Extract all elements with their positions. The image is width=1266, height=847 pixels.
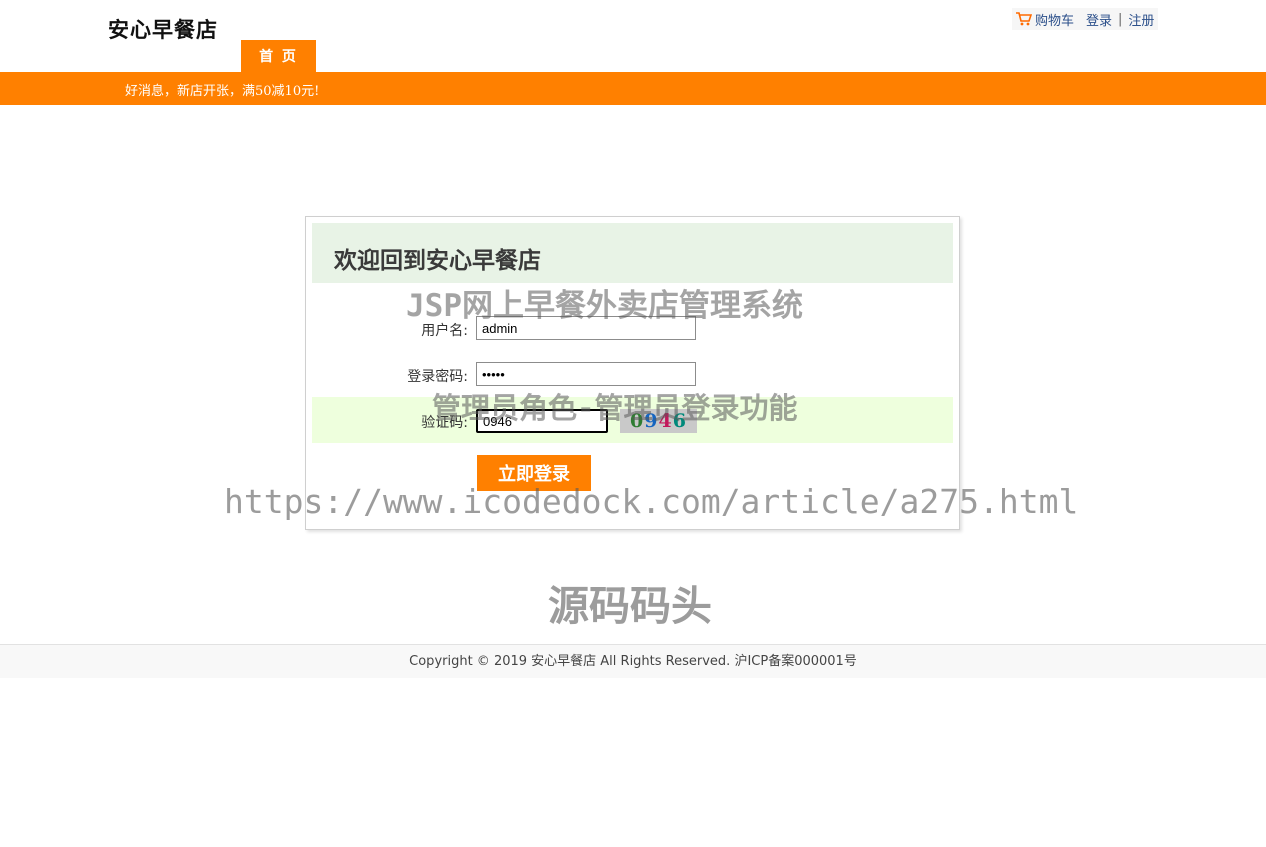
link-separator: | xyxy=(1118,11,1123,27)
shopping-cart-icon[interactable] xyxy=(1016,12,1033,26)
captcha-char: 9 xyxy=(644,410,659,432)
captcha-char: 4 xyxy=(658,410,673,432)
site-title: 安心早餐店 xyxy=(108,17,218,42)
password-field[interactable] xyxy=(476,362,696,386)
footer: Copyright © 2019 安心早餐店 All Rights Reserv… xyxy=(0,644,1266,678)
login-submit-button[interactable]: 立即登录 xyxy=(477,455,591,491)
login-heading: 欢迎回到安心早餐店 xyxy=(334,248,541,274)
captcha-image[interactable]: 0946 xyxy=(620,409,697,433)
username-field[interactable] xyxy=(476,316,696,340)
password-label: 登录密码: xyxy=(407,369,468,385)
login-panel: 欢迎回到安心早餐店 用户名: 登录密码: 验证码: 0946 立即登录 xyxy=(305,216,960,530)
login-link[interactable]: 登录 xyxy=(1086,10,1112,29)
username-label: 用户名: xyxy=(421,323,468,339)
login-header: 欢迎回到安心早餐店 xyxy=(312,223,953,283)
notice-bar: 好消息，新店开张，满50减10元! xyxy=(0,72,1266,105)
captcha-field[interactable] xyxy=(476,409,608,433)
notice-text: 好消息，新店开张，满50减10元! xyxy=(125,84,320,99)
nav-tab-home[interactable]: 首 页 xyxy=(241,40,316,72)
footer-copyright: Copyright © 2019 安心早餐店 All Rights Reserv… xyxy=(409,654,857,669)
top-links: 购物车 登录 | 注册 xyxy=(1012,8,1159,30)
watermark-brand: 源码码头 xyxy=(548,582,712,630)
register-link[interactable]: 注册 xyxy=(1128,10,1154,29)
captcha-char: 0 xyxy=(630,410,645,432)
captcha-label: 验证码: xyxy=(421,415,468,431)
cart-link[interactable]: 购物车 xyxy=(1035,10,1074,29)
captcha-char: 6 xyxy=(672,410,687,432)
